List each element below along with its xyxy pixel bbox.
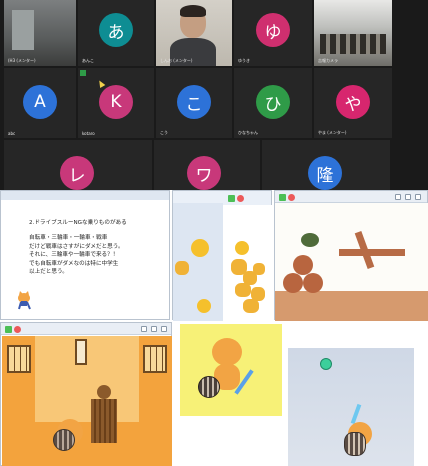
- enemy-sprite: [97, 385, 111, 399]
- webcam-image: [12, 10, 34, 50]
- window-title-bar: [1, 191, 169, 200]
- enemy-sprite: [91, 399, 117, 443]
- status-icon: [80, 70, 86, 76]
- avatar: こ: [177, 85, 211, 119]
- green-flag-icon[interactable]: [5, 326, 12, 333]
- participant-name: あんこ: [82, 58, 94, 63]
- scratch-cat-sprite: [212, 338, 242, 366]
- window-shoji: [7, 345, 31, 373]
- mouse-cursor-icon: [96, 78, 106, 89]
- layout-toggle-icon[interactable]: [141, 326, 147, 332]
- avatar: A: [23, 85, 57, 119]
- scroll-hanging: [75, 339, 87, 365]
- avatar: K: [99, 85, 133, 119]
- shared-slide-window[interactable]: 2.ドライブスルーNGな乗りものがある 自転車・三輪車・一輪車・戦車 だけど戦車…: [0, 190, 170, 320]
- avatar: 隆: [308, 156, 342, 190]
- avatar: ゆ: [256, 13, 290, 47]
- participant-name: 吉報カメラ: [318, 58, 338, 63]
- stage-preview: [288, 348, 414, 466]
- participant-name: やま (メンター): [318, 130, 347, 135]
- layout-toggle-icon[interactable]: [151, 326, 157, 332]
- participant-name: こう: [160, 130, 168, 135]
- avatar: ワ: [187, 156, 221, 190]
- participant-name: ひなちゃん: [238, 130, 258, 135]
- slide-heading: 2.ドライブスルーNGな乗りものがある: [29, 220, 127, 226]
- stop-icon[interactable]: [14, 326, 21, 333]
- participant-name: abc: [8, 131, 16, 136]
- hand-sprite: [243, 299, 259, 313]
- scratch-player-window[interactable]: [0, 322, 172, 466]
- slide-text: 自転車・三輪車・一輪車・戦車 だけど戦車はさすがにダメだと思う。 それに、三輪車…: [29, 234, 124, 277]
- video-tile[interactable]: ワ: [154, 140, 260, 190]
- shield-sprite: [344, 432, 366, 456]
- window-shoji: [143, 345, 167, 373]
- video-tile[interactable]: 吉報カメラ: [314, 0, 392, 66]
- video-tile[interactable]: や やま (メンター): [314, 68, 392, 138]
- video-tile[interactable]: ゆ ゆうき: [234, 0, 312, 66]
- video-tile[interactable]: ひ ひなちゃん: [234, 68, 312, 138]
- shield-sprite: [53, 429, 75, 451]
- slide-line: それに、三輪車や一輪車で来る？！: [29, 252, 119, 259]
- plank-sprite: [339, 249, 405, 256]
- avatar: あ: [99, 13, 133, 47]
- video-tile[interactable]: K kotaro: [78, 68, 154, 138]
- avatar: レ: [60, 156, 94, 190]
- video-tile[interactable]: A abc: [4, 68, 76, 138]
- stop-icon[interactable]: [288, 194, 295, 201]
- video-tile[interactable]: 隆: [262, 140, 390, 190]
- smiley-sprite: [191, 239, 209, 257]
- video-tile[interactable]: あ あんこ: [78, 0, 154, 66]
- participant-name: しんお (メンター): [160, 58, 193, 63]
- fullscreen-icon[interactable]: [161, 326, 167, 332]
- ground: [275, 291, 428, 321]
- slide-line: だけど戦車はさすがにダメだと思う。: [29, 243, 124, 250]
- scratch-player-window[interactable]: [274, 190, 428, 321]
- video-tile[interactable]: (H3 (メンター): [4, 0, 76, 66]
- avatar: ひ: [256, 85, 290, 119]
- green-flag-icon[interactable]: [228, 195, 235, 202]
- smiley-sprite: [197, 299, 211, 313]
- video-tile[interactable]: しんお (メンター): [156, 0, 232, 66]
- participant-name: (H3 (メンター): [8, 58, 36, 63]
- avatar: や: [336, 85, 370, 119]
- spider-sprite: [301, 233, 319, 247]
- video-tile[interactable]: レ: [4, 140, 152, 190]
- ball-sprite: [320, 358, 332, 370]
- smiley-sprite: [235, 241, 249, 255]
- participant-name: ゆうき: [238, 58, 250, 63]
- fullscreen-icon[interactable]: [415, 194, 421, 200]
- green-flag-icon[interactable]: [279, 194, 286, 201]
- back-wall: [35, 336, 139, 422]
- slide-line: 以上だと思う。: [29, 269, 68, 276]
- ball-sprite: [293, 255, 313, 275]
- webcam-image: [180, 5, 206, 17]
- ball-sprite: [303, 273, 323, 293]
- slide-line: 自転車・三輪車・一輪車・戦車: [29, 235, 108, 241]
- layout-toggle-icon[interactable]: [405, 194, 411, 200]
- participant-name: kotaro: [82, 131, 95, 136]
- hand-sprite: [235, 283, 251, 297]
- video-tile[interactable]: こ こう: [156, 68, 232, 138]
- slide-line: でも自転車がダメなのは特に中学生: [29, 260, 119, 267]
- cat-sprite-image: [180, 324, 282, 416]
- hand-sprite: [253, 263, 265, 275]
- scratch-editor-window[interactable]: [172, 190, 273, 321]
- hand-sprite: [175, 261, 189, 275]
- scratch-cat-icon: [18, 291, 31, 310]
- shield-sprite: [198, 376, 220, 398]
- ball-sprite: [283, 273, 303, 293]
- layout-toggle-icon[interactable]: [395, 194, 401, 200]
- webcam-image: [320, 34, 386, 54]
- webcam-image: [314, 0, 392, 66]
- stop-icon[interactable]: [237, 195, 244, 202]
